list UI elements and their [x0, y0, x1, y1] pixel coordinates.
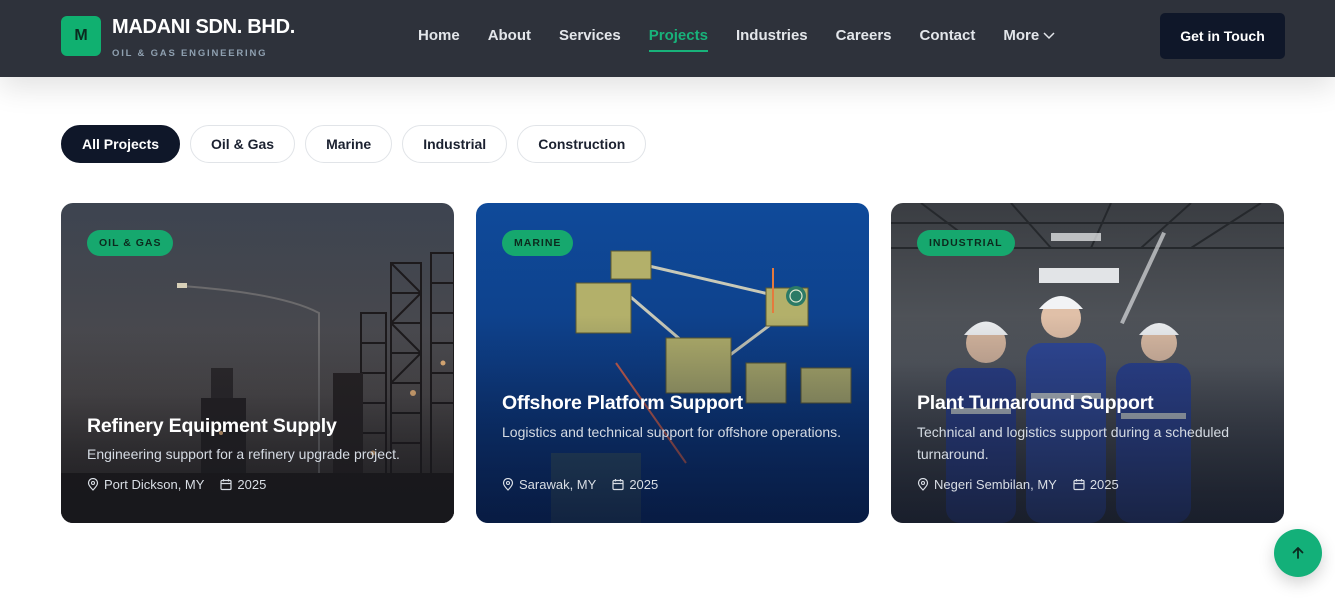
project-description: Logistics and technical support for offs…: [502, 424, 842, 440]
project-meta: Port Dickson, MY 2025: [87, 477, 266, 492]
filter-industrial[interactable]: Industrial: [402, 125, 508, 163]
project-card[interactable]: MARINE Offshore Platform Support Logisti…: [476, 203, 869, 523]
logo-mark[interactable]: M: [61, 16, 101, 56]
project-description: Technical and logistics support during a…: [917, 424, 1230, 462]
nav-home[interactable]: Home: [418, 27, 460, 51]
map-pin-icon: [917, 478, 929, 491]
nav-more[interactable]: More: [1003, 27, 1056, 51]
project-location: Negeri Sembilan, MY: [934, 477, 1057, 492]
nav-contact[interactable]: Contact: [920, 27, 976, 51]
project-title: Refinery Equipment Supply: [87, 415, 337, 437]
brand-tagline: OIL & GAS ENGINEERING: [112, 48, 268, 59]
category-badge: MARINE: [502, 230, 574, 256]
project-description: Engineering support for a refinery upgra…: [87, 446, 400, 462]
project-meta: Negeri Sembilan, MY 2025: [917, 477, 1119, 492]
project-year: 2025: [237, 477, 267, 492]
calendar-icon: [220, 479, 233, 491]
project-location: Sarawak, MY: [519, 477, 597, 492]
nav-industries[interactable]: Industries: [736, 27, 808, 51]
chevron-down-icon: [1043, 32, 1055, 40]
filter-marine[interactable]: Marine: [305, 125, 393, 163]
get-in-touch-button[interactable]: Get in Touch: [1160, 13, 1285, 59]
category-badge: OIL & GAS: [87, 230, 174, 256]
project-title: Offshore Platform Support: [502, 392, 743, 414]
nav-projects[interactable]: Projects: [648, 27, 709, 52]
project-card[interactable]: INDUSTRIAL Plant Turnaround Support Tech…: [891, 203, 1284, 523]
nav-about[interactable]: About: [488, 27, 531, 51]
filter-all-projects[interactable]: All Projects: [61, 125, 181, 163]
back-to-top-button[interactable]: [1274, 529, 1322, 577]
nav-more-label: More: [1003, 27, 1040, 44]
project-meta: Sarawak, MY 2025: [502, 477, 658, 492]
map-pin-icon: [502, 478, 514, 491]
logo-letter: M: [74, 27, 88, 44]
brand-name[interactable]: MADANI SDN. BHD.: [112, 16, 295, 39]
project-year: 2025: [629, 477, 659, 492]
project-location: Port Dickson, MY: [104, 477, 205, 492]
site-header: M MADANI SDN. BHD. OIL & GAS ENGINEERING…: [0, 0, 1335, 77]
nav-careers[interactable]: Careers: [836, 27, 892, 51]
main-nav: Home About Services Projects Industries …: [418, 27, 1084, 52]
map-pin-icon: [87, 478, 99, 491]
nav-services[interactable]: Services: [559, 27, 621, 51]
project-card[interactable]: OIL & GAS Refinery Equipment Supply Engi…: [61, 203, 454, 523]
calendar-icon: [1073, 479, 1085, 491]
project-year: 2025: [1089, 477, 1119, 492]
project-title: Plant Turnaround Support: [917, 392, 1154, 414]
category-badge: INDUSTRIAL: [917, 230, 1015, 256]
calendar-icon: [612, 479, 624, 491]
filter-oil-gas[interactable]: Oil & Gas: [190, 125, 296, 163]
filter-construction[interactable]: Construction: [517, 125, 647, 163]
project-filters: All Projects Oil & Gas Marine Industrial…: [61, 125, 647, 163]
arrow-up-icon: [1292, 547, 1304, 559]
